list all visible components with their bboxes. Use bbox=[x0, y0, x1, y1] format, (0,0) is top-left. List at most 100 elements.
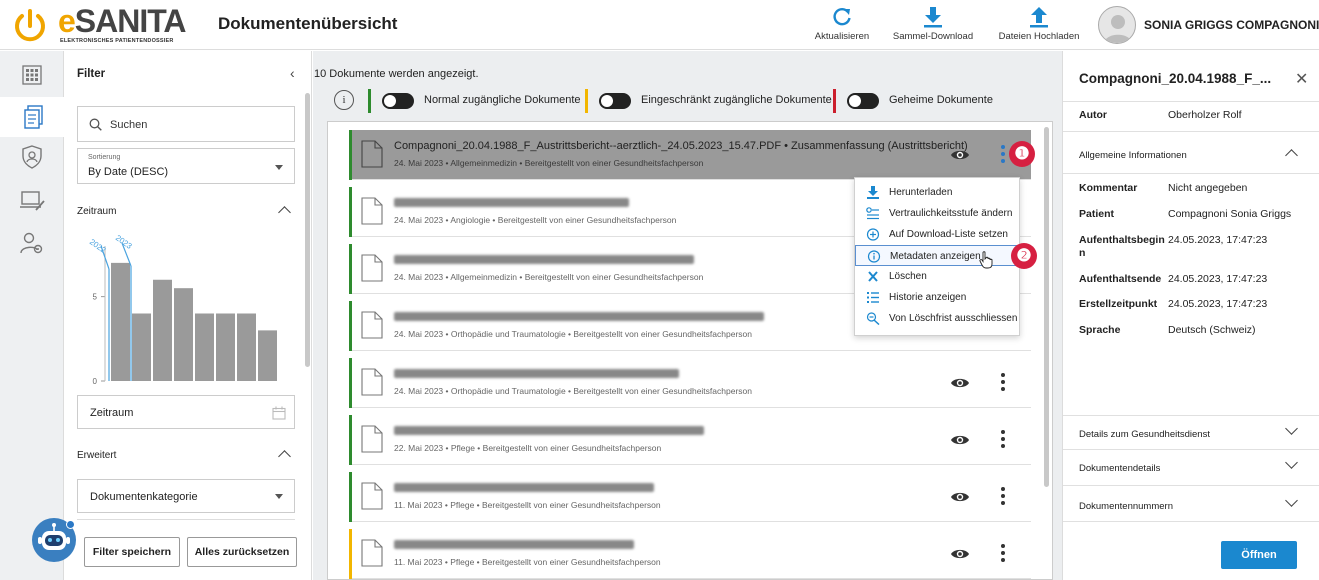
more-options-icon[interactable] bbox=[1001, 544, 1005, 565]
toggle-restricted-label: Eingeschränkt zugängliche Dokumente bbox=[641, 94, 832, 106]
caret-down-icon bbox=[275, 494, 283, 499]
chevron-down-icon[interactable] bbox=[1285, 422, 1298, 435]
logo-subtitle: ELEKTRONISCHES PATIENTENDOSSIER bbox=[60, 38, 174, 44]
divider bbox=[1063, 521, 1319, 522]
eye-icon[interactable] bbox=[950, 148, 970, 162]
document-row[interactable]: 11. Mai 2023 • Pflege • Bereitgestellt v… bbox=[349, 472, 1031, 522]
toggle-secret-label: Geheime Dokumente bbox=[889, 94, 993, 106]
menu-item-download[interactable]: Herunterladen bbox=[855, 182, 1021, 203]
toggle-switch[interactable] bbox=[599, 93, 631, 109]
menu-item-change-confidentiality[interactable]: Vertraulichkeitsstufe ändern bbox=[855, 203, 1021, 224]
more-options-icon[interactable] bbox=[1001, 430, 1005, 451]
document-category-select[interactable]: Dokumentenkategorie bbox=[77, 479, 295, 513]
nav-dashboard[interactable] bbox=[0, 55, 64, 95]
eye-icon[interactable] bbox=[950, 490, 970, 504]
caret-down-icon bbox=[275, 165, 283, 170]
chevron-up-icon[interactable] bbox=[1285, 149, 1298, 162]
nav-access-rights[interactable] bbox=[0, 137, 64, 177]
more-options-icon[interactable] bbox=[1001, 487, 1005, 508]
download-icon bbox=[867, 186, 879, 199]
details-title: Compagnoni_20.04.1988_F_... bbox=[1079, 71, 1272, 86]
divider bbox=[1063, 173, 1319, 174]
zeitraum-section-label: Zeitraum bbox=[77, 206, 117, 217]
section-document-details[interactable]: Dokumentendetails bbox=[1079, 463, 1160, 474]
nav-documents[interactable] bbox=[0, 97, 64, 137]
zeitraum-field-label: Zeitraum bbox=[90, 407, 134, 419]
document-title[interactable]: Compagnoni_20.04.1988_F_Austrittsbericht… bbox=[394, 140, 968, 152]
eye-icon[interactable] bbox=[950, 376, 970, 390]
menu-item-delete[interactable]: Löschen bbox=[855, 266, 1021, 287]
document-category-label: Dokumentenkategorie bbox=[90, 491, 198, 503]
menu-item-show-history[interactable]: Historie anzeigen bbox=[855, 287, 1021, 308]
menu-item-add-to-download-list[interactable]: Auf Download-Liste setzen bbox=[855, 224, 1021, 245]
chevron-down-icon[interactable] bbox=[1285, 494, 1298, 507]
secret-color-bar bbox=[833, 89, 836, 113]
document-row[interactable]: 11. Mai 2023 • Pflege • Bereitgestellt v… bbox=[349, 529, 1031, 579]
histogram-bar bbox=[174, 288, 193, 381]
field-label: Aufenthaltsbegin n bbox=[1079, 234, 1165, 259]
app-header: eSANITA ELEKTRONISCHES PATIENTENDOSSIER … bbox=[0, 0, 1319, 50]
refresh-button[interactable]: Aktualisieren bbox=[812, 6, 872, 42]
divider bbox=[1063, 101, 1319, 102]
document-meta: 11. Mai 2023 • Pflege • Bereitgestellt v… bbox=[394, 500, 661, 510]
sort-select[interactable]: Sortierung By Date (DESC) bbox=[77, 148, 295, 184]
divider bbox=[1063, 131, 1319, 132]
redacted-document-title bbox=[394, 255, 694, 264]
chevron-down-icon[interactable] bbox=[1285, 456, 1298, 469]
open-document-button[interactable]: Öffnen bbox=[1221, 541, 1297, 569]
search-input[interactable]: Suchen bbox=[77, 106, 295, 142]
upload-files-button[interactable]: Dateien Hochladen bbox=[994, 6, 1084, 42]
document-row[interactable]: 22. Mai 2023 • Pflege • Bereitgestellt v… bbox=[349, 415, 1031, 465]
normal-color-bar bbox=[368, 89, 371, 113]
filter-scrollbar[interactable] bbox=[305, 93, 310, 367]
general-info-section[interactable]: Allgemeine Informationen bbox=[1079, 150, 1187, 161]
redacted-document-title bbox=[394, 426, 704, 435]
restricted-color-bar bbox=[585, 89, 588, 113]
chevron-up-icon[interactable] bbox=[278, 450, 291, 463]
eye-icon[interactable] bbox=[950, 547, 970, 561]
eye-icon[interactable] bbox=[950, 433, 970, 447]
time-range-chart[interactable]: 052022 2023 bbox=[77, 221, 297, 396]
menu-item-show-metadata[interactable]: Metadaten anzeigen bbox=[855, 245, 1021, 269]
reset-all-button[interactable]: Alles zurücksetzen bbox=[187, 537, 297, 567]
list-scrollbar[interactable] bbox=[1044, 127, 1049, 487]
exclude-deletion-icon bbox=[866, 312, 880, 325]
calendar-icon bbox=[272, 406, 286, 420]
redacted-document-title bbox=[394, 198, 629, 207]
nav-user-settings[interactable] bbox=[0, 223, 64, 263]
save-filter-button[interactable]: Filter speichern bbox=[84, 537, 180, 567]
redacted-document-title bbox=[394, 540, 634, 549]
field-value: Nicht angegeben bbox=[1168, 182, 1248, 194]
collapse-filter-button[interactable]: ‹ bbox=[290, 65, 295, 81]
divider bbox=[1063, 449, 1319, 450]
search-placeholder: Suchen bbox=[110, 119, 148, 131]
nav-devices[interactable] bbox=[0, 181, 64, 221]
field-label: Aufenthaltsende bbox=[1079, 273, 1162, 285]
more-options-icon[interactable] bbox=[1001, 145, 1005, 166]
download-icon bbox=[924, 7, 942, 28]
document-row[interactable]: Compagnoni_20.04.1988_F_Austrittsbericht… bbox=[349, 130, 1031, 180]
menu-item-exclude-from-deletion[interactable]: Von Löschfrist ausschliessen bbox=[855, 308, 1021, 329]
file-icon bbox=[361, 197, 383, 225]
field-label: Sprache bbox=[1079, 324, 1121, 336]
document-row[interactable]: 24. Mai 2023 • Orthopädie und Traumatolo… bbox=[349, 358, 1031, 408]
chevron-left-icon: ‹ bbox=[290, 65, 295, 81]
section-document-numbers[interactable]: Dokumentennummern bbox=[1079, 501, 1173, 512]
histogram-bar bbox=[237, 313, 256, 381]
sort-label: Sortierung bbox=[88, 154, 121, 161]
chatbot-button[interactable] bbox=[32, 518, 76, 562]
esanita-logo[interactable]: eSANITA ELEKTRONISCHES PATIENTENDOSSIER bbox=[10, 4, 210, 48]
toggle-switch[interactable] bbox=[847, 93, 879, 109]
toggle-switch[interactable] bbox=[382, 93, 414, 109]
bulk-download-button[interactable]: Sammel-Download bbox=[888, 6, 978, 42]
info-icon[interactable]: i bbox=[334, 90, 354, 110]
document-meta: 22. Mai 2023 • Pflege • Bereitgestellt v… bbox=[394, 443, 662, 453]
zeitraum-date-field[interactable]: Zeitraum bbox=[77, 395, 295, 429]
section-health-service[interactable]: Details zum Gesundheitsdienst bbox=[1079, 429, 1210, 440]
info-icon bbox=[867, 250, 881, 263]
close-details-button[interactable]: ✕ bbox=[1295, 69, 1308, 89]
redacted-document-title bbox=[394, 483, 654, 492]
access-level-stripe bbox=[349, 358, 352, 408]
chevron-up-icon[interactable] bbox=[278, 206, 291, 219]
more-options-icon[interactable] bbox=[1001, 373, 1005, 394]
